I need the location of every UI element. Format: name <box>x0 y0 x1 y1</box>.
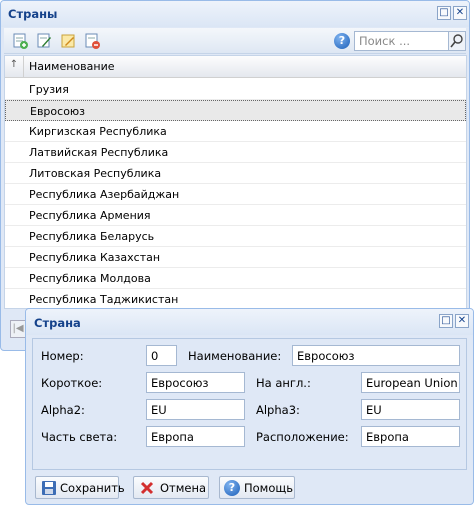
country-name-cell: Республика Таджикистан <box>29 293 179 306</box>
search-input[interactable]: Поиск ... <box>354 31 449 51</box>
close-icon[interactable]: ✕ <box>453 6 467 20</box>
table-row[interactable]: Республика Казахстан <box>5 247 466 268</box>
number-field[interactable]: 0 <box>146 345 177 366</box>
edit-note-icon[interactable] <box>60 33 76 49</box>
help-icon: ? <box>224 480 240 496</box>
help-button-label: Помощь <box>244 481 294 495</box>
name-field[interactable]: Евросоюз <box>292 345 460 366</box>
search-button[interactable] <box>448 31 466 51</box>
first-page-icon[interactable]: |◀ <box>10 320 26 338</box>
table-row[interactable]: Латвийская Республика <box>5 142 466 163</box>
countries-grid: ↑ Наименование Грузия Евросоюз Киргизская … <box>4 55 467 309</box>
country-name-cell: Республика Беларусь <box>29 230 155 243</box>
maximize-icon[interactable]: □ <box>439 314 453 328</box>
short-name-field[interactable]: Евросоюз <box>146 372 245 393</box>
table-row[interactable]: Республика Азербайджан <box>5 184 466 205</box>
close-icon[interactable]: ✕ <box>455 314 469 328</box>
countries-window-title: Страны <box>8 7 58 21</box>
country-name-cell: Литовская Республика <box>29 167 162 180</box>
maximize-icon[interactable]: □ <box>437 6 451 20</box>
number-label: Номер: <box>41 349 84 363</box>
cancel-icon <box>140 481 154 495</box>
name-label: Наименование: <box>188 349 282 363</box>
save-button[interactable]: Сохранить <box>35 476 125 499</box>
floppy-icon <box>42 481 56 495</box>
country-dialog-titlebar[interactable]: Страна □ ✕ <box>26 309 473 335</box>
country-name-cell: Латвийская Республика <box>29 146 169 159</box>
country-name-cell: Грузия <box>29 83 69 96</box>
country-dialog: Страна □ ✕ Номер: 0 Наименование: Евросо… <box>25 308 474 505</box>
countries-window-titlebar[interactable]: Страны □ ✕ <box>1 1 469 27</box>
cancel-button-label: Отмена <box>160 481 207 495</box>
alpha3-label: Alpha3: <box>256 403 300 417</box>
country-name-cell: Евросоюз <box>30 105 86 118</box>
cancel-button[interactable]: Отмена <box>133 476 209 499</box>
country-form: Номер: 0 Наименование: Евросоюз Короткое… <box>32 338 467 470</box>
table-row[interactable]: Грузия <box>5 79 466 100</box>
country-name-cell: Республика Казахстан <box>29 251 161 264</box>
delete-record-icon[interactable] <box>84 33 100 49</box>
sort-icon[interactable]: ↑ <box>5 56 24 78</box>
english-name-field[interactable]: European Union <box>361 372 460 393</box>
alpha2-label: Alpha2: <box>41 403 85 417</box>
part-of-world-field[interactable]: Европа <box>146 426 245 447</box>
grid-header: ↑ Наименование <box>5 56 466 78</box>
country-dialog-title: Страна <box>34 316 81 330</box>
location-label: Расположение: <box>256 430 349 444</box>
country-name-cell: Республика Армения <box>29 209 151 222</box>
country-name-cell: Республика Молдова <box>29 272 151 285</box>
save-button-label: Сохранить <box>60 481 125 495</box>
country-name-cell: Киргизская Республика <box>29 125 167 138</box>
location-field[interactable]: Европа <box>361 426 460 447</box>
table-row[interactable]: Республика Таджикистан <box>5 289 466 308</box>
table-row[interactable]: Республика Молдова <box>5 268 466 289</box>
table-row[interactable]: Республика Армения <box>5 205 466 226</box>
countries-window: Страны □ ✕ ? Поиск ... ↑ Наименование Гр… <box>0 0 470 351</box>
alpha2-field[interactable]: EU <box>146 399 245 420</box>
help-button[interactable]: ? Помощь <box>219 476 295 499</box>
add-record-icon[interactable] <box>12 33 28 49</box>
table-row[interactable]: Литовская Республика <box>5 163 466 184</box>
part-of-world-label: Часть света: <box>41 430 118 444</box>
short-name-label: Короткое: <box>41 376 103 390</box>
table-row[interactable]: Евросоюз <box>5 100 466 121</box>
country-name-cell: Республика Азербайджан <box>29 188 180 201</box>
table-row[interactable]: Киргизская Республика <box>5 121 466 142</box>
table-row[interactable]: Республика Беларусь <box>5 226 466 247</box>
english-name-label: На англ.: <box>256 376 311 390</box>
search-icon <box>450 34 463 48</box>
alpha3-field[interactable]: EU <box>361 399 460 420</box>
help-icon[interactable]: ? <box>334 33 350 49</box>
column-header-name[interactable]: Наименование <box>29 60 114 73</box>
edit-record-icon[interactable] <box>36 33 52 49</box>
